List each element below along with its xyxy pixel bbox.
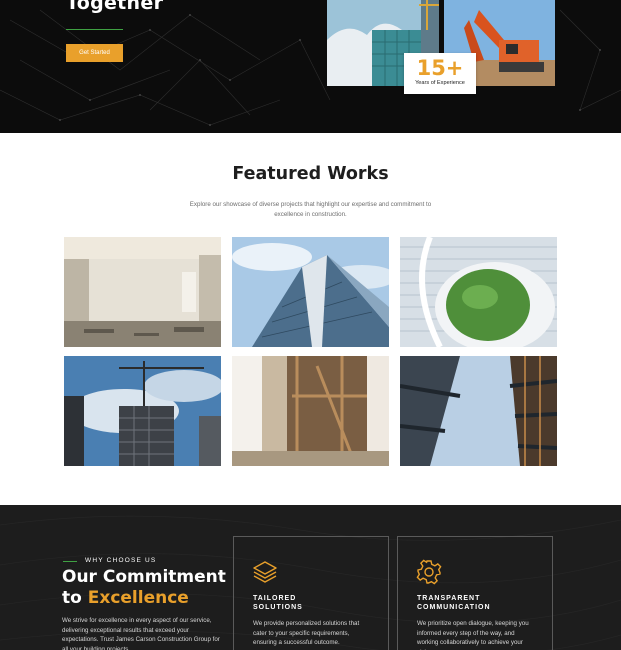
gallery-image-steel-structure[interactable] [400,356,557,466]
hero-section: Together Get Started 15+ Years of Experi… [0,0,621,133]
gallery-image-renovation-room[interactable] [64,237,221,347]
feature-title: TAILORED SOLUTIONS [253,594,373,612]
layers-icon [253,561,277,583]
feature-title-line-1: TRANSPARENT [417,595,481,602]
feature-card-tailored-solutions: TAILORED SOLUTIONS We provide personaliz… [233,536,389,650]
gear-icon [416,559,442,585]
featured-works-description: Explore our showcase of diverse projects… [189,201,432,218]
hero-title: Together [66,0,164,14]
gallery-image-glass-tower[interactable] [232,237,389,347]
why-choose-us-section: WHY CHOOSE US Our Commitment to Excellen… [0,505,621,650]
feature-description: We prioritize open dialogue, keeping you… [417,620,529,650]
hero-divider [66,29,123,30]
gallery-image-interior-framing[interactable] [232,356,389,466]
heading-line-2-prefix: to [62,588,88,608]
feature-title-line-2: SOLUTIONS [253,604,303,611]
eyebrow-divider [63,561,77,562]
feature-title: TRANSPARENT COMMUNICATION [417,594,537,612]
gallery-image-crane-tower[interactable] [64,356,221,466]
experience-label: Years of Experience [415,80,465,86]
feature-title-line-1: TAILORED [253,595,297,602]
experience-number: 15+ [416,56,464,80]
feature-description: We provide personalized solutions that c… [253,620,360,646]
featured-works-title: Featured Works [232,164,389,184]
why-heading: Our Commitment to Excellence [62,567,226,609]
get-started-button[interactable]: Get Started [66,44,123,62]
feature-title-line-2: COMMUNICATION [417,604,491,611]
why-description: We strive for excellence in every aspect… [62,617,220,650]
eyebrow-label: WHY CHOOSE US [85,557,157,564]
feature-card-transparent-communication: TRANSPARENT COMMUNICATION We prioritize … [397,536,553,650]
gallery-image-atrium-garden[interactable] [400,237,557,347]
heading-line-1: Our Commitment [62,567,226,587]
heading-accent: Excellence [87,588,189,608]
experience-badge: 15+ Years of Experience [404,53,476,94]
